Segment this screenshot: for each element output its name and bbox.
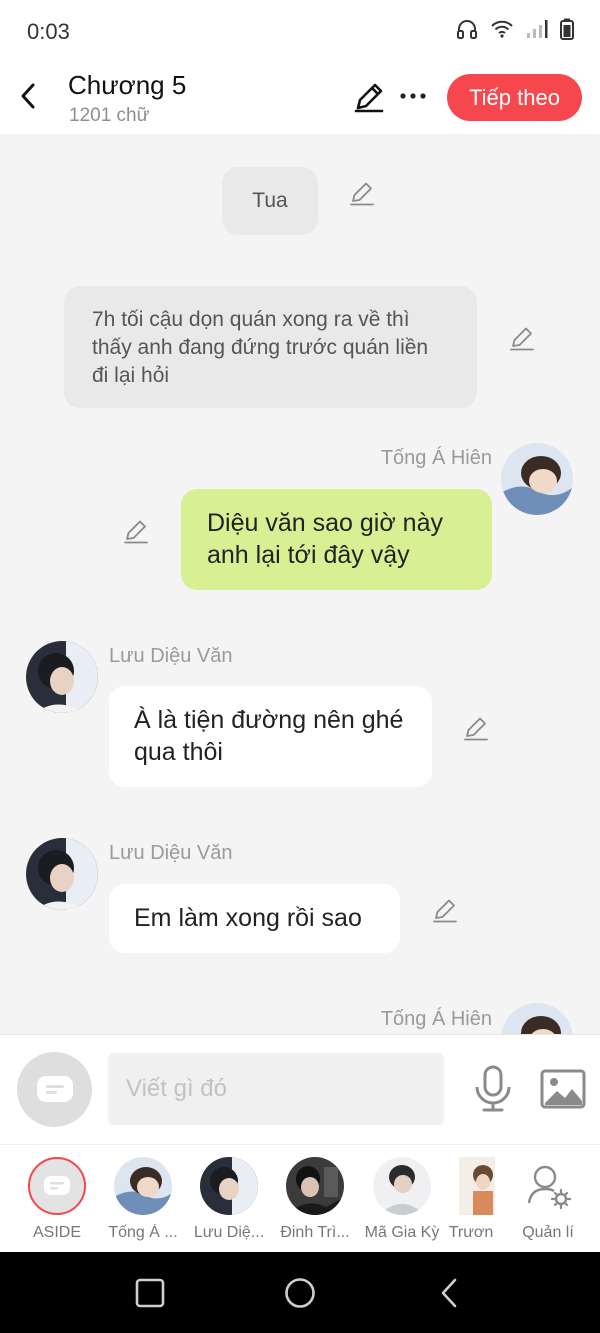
- chevron-left-icon: [21, 83, 35, 109]
- back-nav-icon[interactable]: [433, 1276, 467, 1310]
- sender-name: Lưu Diệu Văn: [109, 842, 233, 864]
- system-nav-bar: [0, 1252, 600, 1333]
- character-label: Tống Á ...: [108, 1224, 178, 1241]
- character-label: Đinh Trì...: [280, 1224, 350, 1241]
- edit-message-icon[interactable]: [431, 896, 459, 924]
- status-bar: 0:03: [0, 0, 600, 62]
- image-icon[interactable]: [540, 1069, 586, 1109]
- character-item[interactable]: Tống Á ...: [103, 1157, 183, 1247]
- status-icons: [456, 18, 574, 40]
- avatar[interactable]: [501, 1003, 573, 1034]
- character-label: Trươn: [448, 1224, 494, 1241]
- more-options-button[interactable]: [398, 84, 428, 108]
- narration-bubble[interactable]: Tua: [222, 167, 318, 235]
- avatar-image: [114, 1157, 172, 1215]
- wifi-icon: [491, 20, 513, 38]
- signal-icon: [527, 20, 548, 38]
- character-avatar: [286, 1157, 344, 1215]
- composer: [0, 1034, 600, 1144]
- character-item[interactable]: Lưu Diệ...: [189, 1157, 269, 1247]
- edit-message-icon[interactable]: [508, 324, 536, 352]
- character-avatar: [200, 1157, 258, 1215]
- next-chapter-button[interactable]: Tiếp theo: [447, 74, 582, 121]
- user-settings-icon: [527, 1165, 572, 1210]
- character-item-aside[interactable]: ASIDE: [17, 1157, 97, 1247]
- character-label: Lưu Diệ...: [193, 1224, 265, 1241]
- avatar-image: [459, 1157, 495, 1215]
- avatar-image: [501, 443, 573, 515]
- avatar-image: [26, 838, 98, 910]
- chat-bubble-icon: [36, 1075, 73, 1102]
- aside-toggle-button[interactable]: [17, 1052, 92, 1127]
- character-item[interactable]: Đinh Trì...: [275, 1157, 355, 1247]
- status-time: 0:03: [27, 19, 70, 44]
- avatar[interactable]: [501, 443, 573, 515]
- message-input[interactable]: [108, 1053, 444, 1125]
- manage-icon-wrap: [519, 1157, 577, 1215]
- avatar-image: [286, 1157, 344, 1215]
- avatar-image: [501, 1003, 573, 1034]
- message-bubble[interactable]: À là tiện đường nên ghé qua thôi: [109, 686, 432, 787]
- character-bar: ASIDE Tống Á ... Lưu Diệ... Đinh Trì... …: [0, 1144, 600, 1252]
- avatar[interactable]: [26, 641, 98, 713]
- message-bubble[interactable]: Em làm xong rồi sao: [109, 884, 400, 953]
- chapter-header: Chương 5 1201 chữ Tiếp theo: [0, 62, 600, 134]
- message-text: Em làm xong rồi sao: [134, 904, 362, 932]
- avatar-image: [200, 1157, 258, 1215]
- battery-icon: [560, 18, 574, 40]
- chapter-title: Chương 5: [68, 70, 187, 100]
- character-avatar: [373, 1157, 431, 1215]
- sender-name: Tống Á Hiên: [380, 447, 492, 469]
- edit-message-icon[interactable]: [462, 714, 490, 742]
- pencil-icon: [354, 83, 384, 113]
- headphones-icon: [457, 20, 477, 39]
- character-avatar: [459, 1157, 495, 1215]
- aside-avatar: [28, 1157, 86, 1215]
- edit-message-icon[interactable]: [348, 179, 376, 207]
- character-label: Mã Gia Kỳ: [364, 1224, 440, 1241]
- avatar-image: [373, 1157, 431, 1215]
- edit-chapter-button[interactable]: [352, 80, 386, 114]
- avatar-image: [26, 641, 98, 713]
- sender-name: Tống Á Hiên: [380, 1008, 492, 1030]
- character-label: ASIDE: [32, 1224, 81, 1241]
- manage-characters-button[interactable]: Quản lí: [508, 1157, 588, 1247]
- message-text: Diệu văn sao giờ này anh lại tới đây vậy: [207, 509, 443, 569]
- character-avatar: [114, 1157, 172, 1215]
- message-bubble[interactable]: Diệu văn sao giờ này anh lại tới đây vậy: [181, 489, 492, 590]
- character-label: Quản lí: [522, 1224, 574, 1241]
- microphone-icon[interactable]: [472, 1065, 514, 1113]
- narration-text: Tua: [252, 189, 288, 212]
- back-button[interactable]: [12, 80, 44, 112]
- chapter-word-count: 1201 chữ: [69, 105, 150, 126]
- chat-bubble-icon: [44, 1176, 70, 1195]
- home-icon[interactable]: [283, 1276, 317, 1310]
- recent-apps-icon[interactable]: [133, 1276, 167, 1310]
- narration-text: 7h tối cậu dọn quán xong ra về thì thấy …: [92, 308, 429, 387]
- narration-bubble[interactable]: 7h tối cậu dọn quán xong ra về thì thấy …: [64, 286, 477, 408]
- avatar[interactable]: [26, 838, 98, 910]
- edit-message-icon[interactable]: [122, 517, 150, 545]
- message-text: À là tiện đường nên ghé qua thôi: [134, 706, 404, 766]
- character-item[interactable]: Mã Gia Kỳ: [362, 1157, 442, 1247]
- more-dots-icon: [400, 93, 426, 99]
- character-item[interactable]: Trươn: [447, 1157, 495, 1247]
- sender-name: Lưu Diệu Văn: [109, 645, 233, 667]
- chat-area[interactable]: Tua 7h tối cậu dọn quán xong ra về thì t…: [0, 134, 600, 1034]
